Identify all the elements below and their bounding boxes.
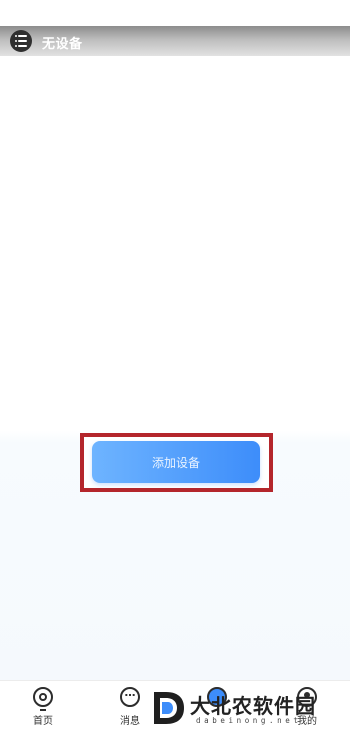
watermark-logo-icon bbox=[154, 692, 184, 724]
status-bar bbox=[0, 0, 350, 26]
menu-list-icon[interactable] bbox=[10, 30, 32, 52]
page-title: 无设备 bbox=[42, 37, 83, 52]
home-icon bbox=[33, 687, 53, 711]
add-device-button[interactable]: 添加设备 bbox=[92, 441, 260, 483]
watermark-url-text: dabeinong.net bbox=[196, 716, 302, 725]
message-icon bbox=[120, 686, 140, 707]
top-bar: 无设备 bbox=[0, 26, 350, 56]
tab-home[interactable]: 首页 bbox=[18, 687, 68, 731]
main-content bbox=[0, 56, 350, 680]
watermark-brand-text: 大北农软件园 bbox=[190, 694, 316, 718]
tab-messages[interactable]: 消息 bbox=[105, 686, 155, 731]
tab-messages-label: 消息 bbox=[120, 716, 140, 727]
tab-home-label: 首页 bbox=[33, 716, 53, 727]
